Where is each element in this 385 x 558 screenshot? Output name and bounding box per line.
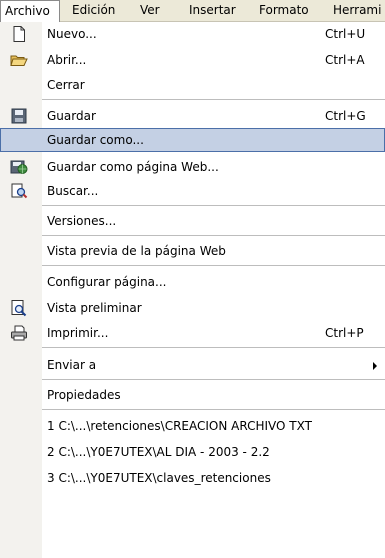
- menu-separator: [42, 205, 385, 206]
- menu-formato[interactable]: Formato: [259, 0, 309, 21]
- menu-item-label: 2 C:\...\Y0E7UTEX\AL DIA - 2003 - 2.2: [47, 445, 270, 459]
- recent-file-1[interactable]: 1 C:\...\retenciones\CREACION ARCHIVO TX…: [0, 414, 385, 438]
- menu-item-configurar-pagina[interactable]: Configurar página...: [0, 270, 385, 294]
- menu-herramientas[interactable]: Herrami: [333, 0, 381, 21]
- submenu-arrow-icon: [373, 362, 377, 370]
- menu-item-cerrar[interactable]: Cerrar: [0, 73, 385, 97]
- menu-item-label: Abrir...: [47, 53, 87, 67]
- new-document-icon: [10, 25, 28, 43]
- menu-item-label: Cerrar: [47, 78, 85, 92]
- menu-item-buscar[interactable]: Buscar...: [0, 179, 385, 203]
- printer-icon: [10, 324, 28, 342]
- menu-ver[interactable]: Ver: [140, 0, 160, 21]
- menu-bar: Archivo Edición Ver Insertar Formato Her…: [0, 0, 385, 22]
- print-preview-icon: [10, 299, 28, 317]
- shortcut-text: Ctrl+P: [325, 326, 364, 340]
- menu-separator: [42, 379, 385, 380]
- menu-separator: [42, 99, 385, 100]
- shortcut-text: Ctrl+U: [325, 27, 366, 41]
- archivo-dropdown-menu: Nuevo... Ctrl+U Abrir... Ctrl+A Cerrar G…: [0, 22, 385, 558]
- menu-item-label: 3 C:\...\Y0E7UTEX\claves_retenciones: [47, 471, 271, 485]
- menu-item-label: Guardar como...: [47, 133, 144, 147]
- menu-item-abrir[interactable]: Abrir... Ctrl+A: [0, 48, 385, 72]
- menu-item-label: Imprimir...: [47, 326, 109, 340]
- recent-file-3[interactable]: 3 C:\...\Y0E7UTEX\claves_retenciones: [0, 466, 385, 490]
- menu-separator: [42, 409, 385, 410]
- menu-item-nuevo[interactable]: Nuevo... Ctrl+U: [0, 22, 385, 46]
- menu-item-vista-previa-web[interactable]: Vista previa de la página Web: [0, 239, 385, 263]
- menu-item-vista-preliminar[interactable]: Vista preliminar: [0, 296, 385, 320]
- menu-item-label: Enviar a: [47, 358, 97, 372]
- menu-item-label: Guardar como página Web...: [47, 160, 219, 174]
- menu-separator: [42, 347, 385, 348]
- menu-item-label: Guardar: [47, 109, 96, 123]
- menu-item-guardar-como[interactable]: Guardar como...: [0, 128, 385, 152]
- menu-item-label: Configurar página...: [47, 275, 167, 289]
- menu-item-versiones[interactable]: Versiones...: [0, 209, 385, 233]
- menu-item-label: Propiedades: [47, 388, 121, 402]
- search-document-icon: [10, 182, 28, 200]
- menu-item-imprimir[interactable]: Imprimir... Ctrl+P: [0, 321, 385, 345]
- recent-file-2[interactable]: 2 C:\...\Y0E7UTEX\AL DIA - 2003 - 2.2: [0, 440, 385, 464]
- menu-separator: [42, 265, 385, 266]
- shortcut-text: Ctrl+G: [325, 109, 366, 123]
- menu-item-guardar[interactable]: Guardar Ctrl+G: [0, 104, 385, 128]
- menu-item-label: Versiones...: [47, 214, 117, 228]
- menu-item-enviar-a[interactable]: Enviar a: [0, 353, 385, 377]
- menu-item-label: Vista preliminar: [47, 301, 142, 315]
- menu-edicion[interactable]: Edición: [72, 0, 115, 21]
- menu-item-label: Buscar...: [47, 184, 99, 198]
- menu-insertar[interactable]: Insertar: [189, 0, 236, 21]
- menu-item-label: 1 C:\...\retenciones\CREACION ARCHIVO TX…: [47, 419, 312, 433]
- menu-item-label: Vista previa de la página Web: [47, 244, 226, 258]
- shortcut-text: Ctrl+A: [325, 53, 365, 67]
- menu-separator: [42, 235, 385, 236]
- open-folder-icon: [10, 51, 28, 69]
- menu-archivo[interactable]: Archivo: [0, 0, 60, 22]
- save-disk-icon: [10, 107, 28, 125]
- menu-item-label: Nuevo...: [47, 27, 97, 41]
- menu-item-guardar-web[interactable]: Guardar como página Web...: [0, 155, 385, 179]
- menu-item-propiedades[interactable]: Propiedades: [0, 383, 385, 407]
- save-web-icon: [10, 158, 28, 176]
